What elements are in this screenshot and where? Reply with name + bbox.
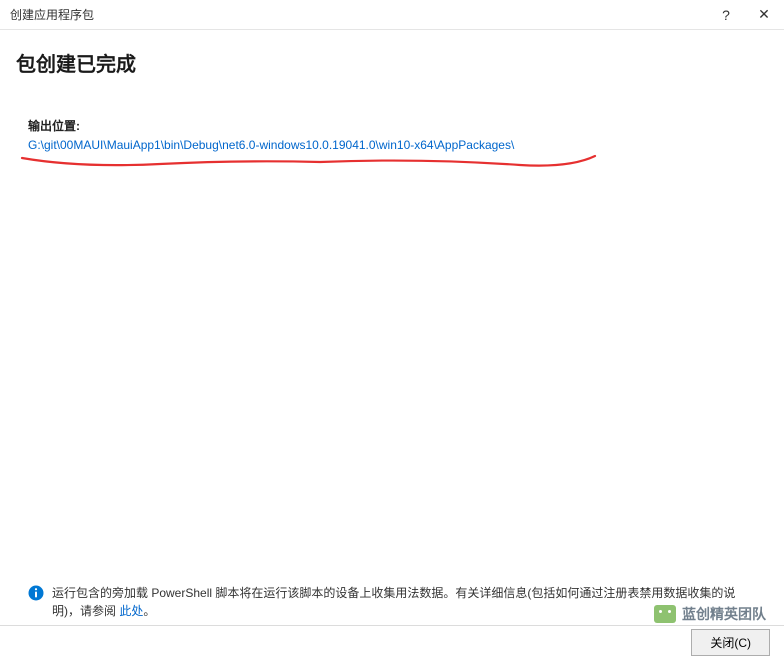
watermark: 蓝创精英团队 <box>654 604 766 624</box>
page-heading: 包创建已完成 <box>16 48 768 77</box>
info-link[interactable]: 此处 <box>119 604 143 618</box>
window-controls: ? ✕ <box>716 6 774 23</box>
output-label: 输出位置: <box>28 117 768 134</box>
info-text-part2: 。 <box>143 604 155 618</box>
help-button[interactable]: ? <box>716 7 736 23</box>
wechat-icon <box>654 605 676 623</box>
window-title: 创建应用程序包 <box>10 6 94 23</box>
info-text: 运行包含的旁加载 PowerShell 脚本将在运行该脚本的设备上收集用法数据。… <box>52 584 756 620</box>
watermark-text: 蓝创精英团队 <box>682 604 766 624</box>
titlebar: 创建应用程序包 ? ✕ <box>0 0 784 30</box>
hand-drawn-underline <box>20 150 600 180</box>
close-button[interactable]: 关闭(C) <box>691 629 770 656</box>
footer-divider <box>0 625 784 626</box>
output-path-link[interactable]: G:\git\00MAUI\MauiApp1\bin\Debug\net6.0-… <box>28 138 768 152</box>
info-icon <box>28 585 44 601</box>
close-icon[interactable]: ✕ <box>754 6 774 23</box>
footer-info: 运行包含的旁加载 PowerShell 脚本将在运行该脚本的设备上收集用法数据。… <box>28 584 756 620</box>
content-area: 包创建已完成 输出位置: G:\git\00MAUI\MauiApp1\bin\… <box>0 30 784 152</box>
button-row: 关闭(C) <box>691 629 770 656</box>
output-section: 输出位置: G:\git\00MAUI\MauiApp1\bin\Debug\n… <box>28 117 768 152</box>
